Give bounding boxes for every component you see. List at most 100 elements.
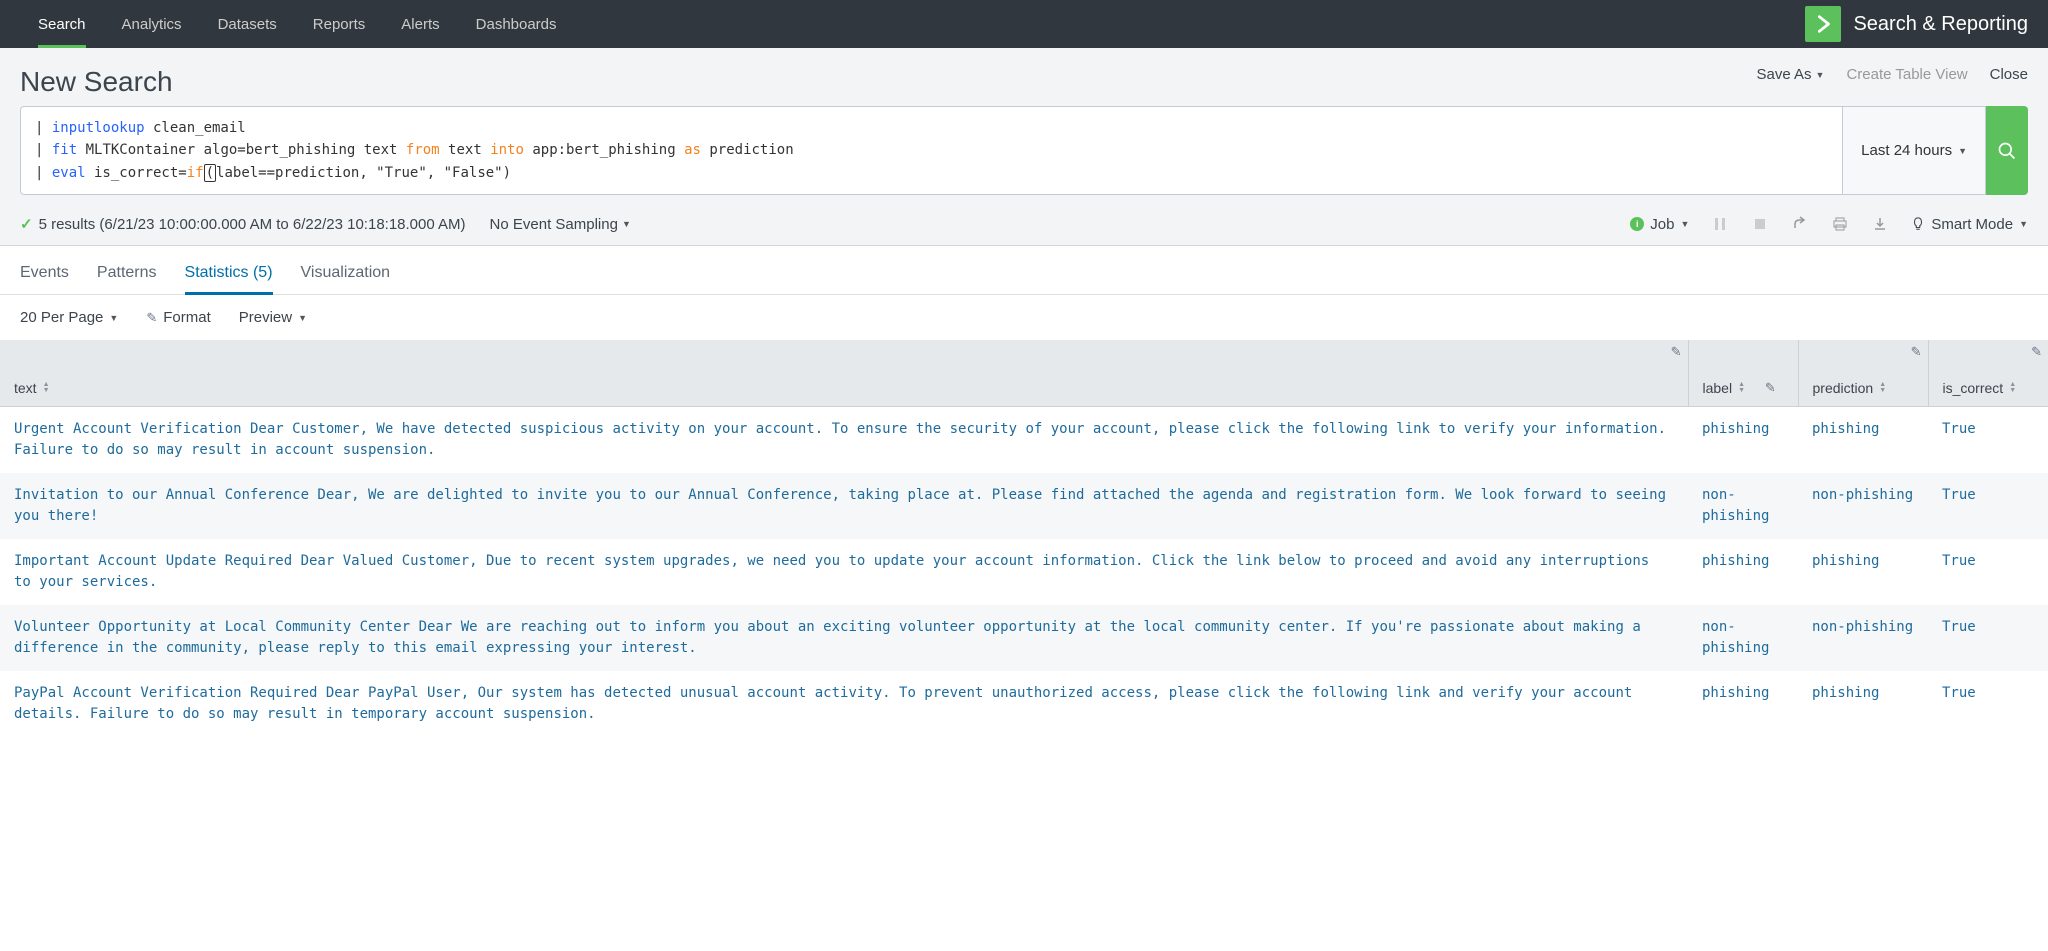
result-count: ✓ 5 results (6/21/23 10:00:00.000 AM to …	[20, 215, 466, 233]
cell-text[interactable]: PayPal Account Verification Required Dea…	[0, 671, 1688, 737]
search-button[interactable]	[1986, 106, 2028, 195]
format-menu[interactable]: ✎ Format	[146, 309, 210, 326]
cell-label[interactable]: non-phishing	[1688, 473, 1798, 539]
caret-down-icon: ▼	[1680, 219, 1689, 229]
event-sampling-menu[interactable]: No Event Sampling ▼	[490, 216, 631, 233]
preview-menu[interactable]: Preview ▼	[239, 309, 307, 326]
col-label: text	[14, 380, 37, 396]
column-edit-icon[interactable]: ✎	[1911, 344, 1922, 360]
column-header-is-correct[interactable]: ✎ is_correct ▲▼	[1928, 340, 2048, 406]
column-header-prediction[interactable]: ✎ prediction▲▼	[1798, 340, 1928, 406]
sampling-label: No Event Sampling	[490, 216, 618, 233]
cell-prediction[interactable]: non-phishing	[1798, 605, 1928, 671]
share-button[interactable]	[1791, 215, 1809, 233]
column-edit-icon[interactable]: ✎	[1765, 380, 1776, 396]
caret-down-icon: ▼	[2019, 219, 2028, 229]
caret-down-icon: ▼	[109, 313, 118, 323]
nav-item-dashboards[interactable]: Dashboards	[458, 0, 575, 48]
time-range-picker[interactable]: Last 24 hours ▼	[1843, 106, 1986, 195]
search-input[interactable]: | inputlookup clean_email| fit MLTKConta…	[20, 106, 1843, 195]
cell-text[interactable]: Volunteer Opportunity at Local Community…	[0, 605, 1688, 671]
tab-patterns[interactable]: Patterns	[97, 256, 157, 294]
header-actions: Save As ▼ Create Table View Close	[1756, 66, 2028, 83]
tab-visualization[interactable]: Visualization	[301, 256, 391, 294]
chevron-right-icon	[1812, 13, 1834, 35]
job-menu[interactable]: i Job ▼	[1630, 216, 1689, 233]
cell-prediction[interactable]: phishing	[1798, 671, 1928, 737]
sort-icon: ▲▼	[1738, 382, 1745, 394]
cell-is_correct[interactable]: True	[1928, 605, 2048, 671]
table-row: PayPal Account Verification Required Dea…	[0, 671, 2048, 737]
table-row: Volunteer Opportunity at Local Community…	[0, 605, 2048, 671]
job-label: Job	[1650, 216, 1674, 233]
sort-icon: ▲▼	[43, 382, 50, 394]
cell-prediction[interactable]: non-phishing	[1798, 473, 1928, 539]
pause-button[interactable]	[1711, 215, 1729, 233]
nav-item-datasets[interactable]: Datasets	[200, 0, 295, 48]
stop-button[interactable]	[1751, 215, 1769, 233]
cell-prediction[interactable]: phishing	[1798, 539, 1928, 605]
cell-label[interactable]: phishing	[1688, 406, 1798, 473]
search-icon	[1997, 141, 2017, 161]
cell-text[interactable]: Urgent Account Verification Dear Custome…	[0, 406, 1688, 473]
job-status-icon: i	[1630, 217, 1644, 231]
nav-item-reports[interactable]: Reports	[295, 0, 384, 48]
column-header-text[interactable]: text ▲▼ ✎	[0, 340, 1688, 406]
per-page-menu[interactable]: 20 Per Page ▼	[20, 309, 118, 326]
smart-mode-label: Smart Mode	[1931, 216, 2013, 233]
col-label: is_correct	[1943, 380, 2004, 396]
cell-is_correct[interactable]: True	[1928, 406, 2048, 473]
cell-is_correct[interactable]: True	[1928, 473, 2048, 539]
column-edit-icon[interactable]: ✎	[1671, 344, 1682, 360]
nav-item-alerts[interactable]: Alerts	[383, 0, 457, 48]
app-title: Search & Reporting	[1853, 13, 2028, 36]
cell-text[interactable]: Important Account Update Required Dear V…	[0, 539, 1688, 605]
lightbulb-icon	[1911, 217, 1925, 231]
close-button[interactable]: Close	[1990, 66, 2028, 83]
format-label: Format	[163, 309, 211, 326]
page-title: New Search	[20, 66, 173, 98]
export-button[interactable]	[1871, 215, 1889, 233]
tab-statistics-[interactable]: Statistics (5)	[185, 256, 273, 294]
smart-mode-menu[interactable]: Smart Mode ▼	[1911, 216, 2028, 233]
table-row: Invitation to our Annual Conference Dear…	[0, 473, 2048, 539]
app-logo[interactable]	[1805, 6, 1841, 42]
sort-icon: ▲▼	[2009, 382, 2016, 394]
nav-right: Search & Reporting	[1805, 6, 2028, 42]
cell-label[interactable]: non-phishing	[1688, 605, 1798, 671]
print-button[interactable]	[1831, 215, 1849, 233]
create-table-view-button[interactable]: Create Table View	[1846, 66, 1967, 83]
checkmark-icon: ✓	[20, 215, 33, 233]
preview-label: Preview	[239, 309, 292, 326]
table-controls: 20 Per Page ▼ ✎ Format Preview ▼	[0, 295, 2048, 340]
column-header-label[interactable]: label ▲▼ ✎	[1688, 340, 1798, 406]
cell-text[interactable]: Invitation to our Annual Conference Dear…	[0, 473, 1688, 539]
cell-is_correct[interactable]: True	[1928, 539, 2048, 605]
nav-item-search[interactable]: Search	[20, 0, 104, 48]
result-tabs: Events Patterns Statistics (5) Visualizatio…	[0, 246, 2048, 295]
results-table: text ▲▼ ✎ label ▲▼ ✎ ✎ prediction▲▼ ✎ is_c…	[0, 340, 2048, 737]
cell-label[interactable]: phishing	[1688, 671, 1798, 737]
time-range-label: Last 24 hours	[1861, 142, 1952, 159]
caret-down-icon: ▼	[298, 313, 307, 323]
save-as-button[interactable]: Save As ▼	[1756, 66, 1824, 83]
caret-down-icon: ▼	[1958, 146, 1967, 156]
results-bar: ✓ 5 results (6/21/23 10:00:00.000 AM to …	[0, 207, 2048, 246]
save-as-label: Save As	[1756, 66, 1811, 83]
column-edit-icon[interactable]: ✎	[2031, 344, 2042, 360]
table-row: Urgent Account Verification Dear Custome…	[0, 406, 2048, 473]
nav-item-analytics[interactable]: Analytics	[104, 0, 200, 48]
nav-tabs: SearchAnalyticsDatasetsReportsAlertsDash…	[20, 0, 575, 48]
search-area: | inputlookup clean_email| fit MLTKConta…	[0, 106, 2048, 207]
col-label: label	[1703, 380, 1733, 396]
caret-down-icon: ▼	[622, 219, 631, 229]
caret-down-icon: ▼	[1816, 70, 1825, 80]
sort-icon: ▲▼	[1879, 382, 1886, 394]
cell-label[interactable]: phishing	[1688, 539, 1798, 605]
pencil-icon: ✎	[146, 310, 157, 326]
cell-is_correct[interactable]: True	[1928, 671, 2048, 737]
tab-events[interactable]: Events	[20, 256, 69, 294]
page-header: New Search Save As ▼ Create Table View C…	[0, 48, 2048, 106]
table-row: Important Account Update Required Dear V…	[0, 539, 2048, 605]
cell-prediction[interactable]: phishing	[1798, 406, 1928, 473]
